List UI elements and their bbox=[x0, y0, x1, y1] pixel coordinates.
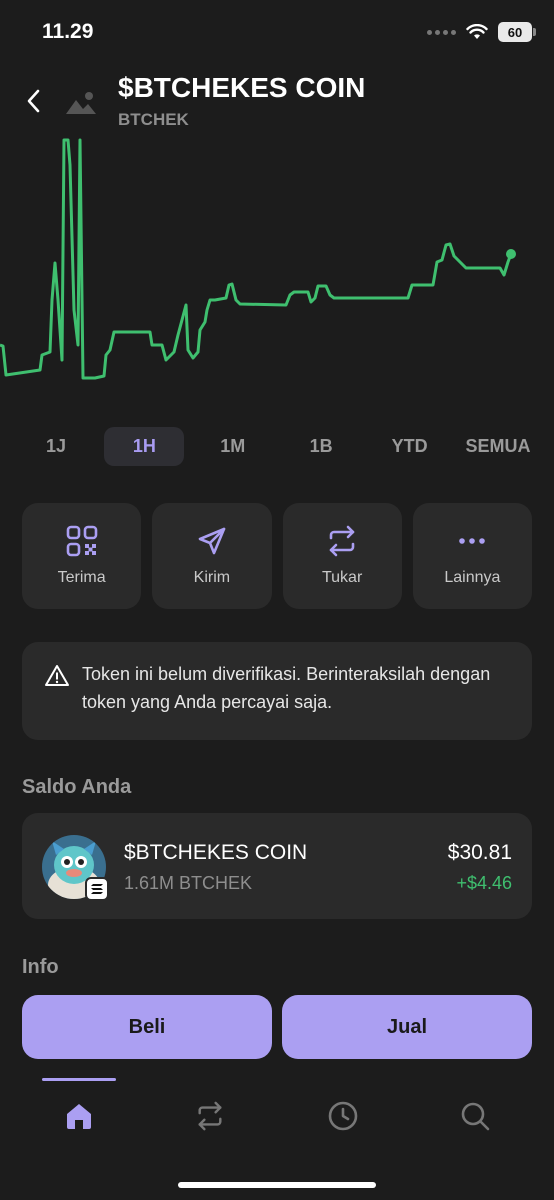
balance-card[interactable]: $BTCHEKES COIN 1.61M BTCHEK $30.81 +$4.4… bbox=[22, 813, 532, 919]
action-buttons: Terima Kirim Tukar Lainnya bbox=[22, 503, 532, 609]
search-icon bbox=[461, 1102, 490, 1131]
timeframe-1m[interactable]: 1M bbox=[193, 427, 273, 466]
balance-change: +$4.46 bbox=[456, 873, 512, 893]
unverified-warning: Token ini belum diverifikasi. Berinterak… bbox=[22, 642, 532, 740]
signal-icon bbox=[427, 29, 456, 35]
image-placeholder-icon bbox=[66, 92, 96, 114]
current-price-dot bbox=[506, 249, 516, 259]
timeframe-selector: 1J 1H 1M 1B YTD SEMUA bbox=[16, 426, 538, 466]
timeframe-1j[interactable]: 1J bbox=[16, 427, 96, 466]
swap-button[interactable]: Tukar bbox=[282, 503, 402, 609]
home-indicator bbox=[178, 1182, 376, 1188]
balance-token-name: $BTCHEKES COIN bbox=[124, 841, 308, 864]
tab-search[interactable] bbox=[455, 1096, 495, 1136]
sell-button[interactable]: Jual bbox=[282, 995, 532, 1059]
chevron-left-icon bbox=[27, 89, 40, 113]
more-icon bbox=[459, 538, 486, 544]
warning-icon bbox=[45, 665, 69, 686]
receive-label: Terima bbox=[57, 569, 106, 586]
price-line bbox=[0, 138, 513, 380]
clock-icon bbox=[328, 1101, 358, 1131]
active-tab-indicator bbox=[42, 1078, 116, 1081]
token-symbol: BTCHEK bbox=[118, 110, 189, 129]
back-button[interactable] bbox=[18, 86, 48, 116]
home-icon bbox=[67, 1104, 91, 1129]
warning-text: Token ini belum diverifikasi. Berinterak… bbox=[82, 664, 491, 712]
send-icon bbox=[198, 527, 226, 555]
swap-icon bbox=[198, 1101, 222, 1131]
tab-history[interactable] bbox=[323, 1096, 363, 1136]
more-button[interactable]: Lainnya bbox=[412, 503, 532, 609]
token-header: $BTCHEKES COIN BTCHEK bbox=[0, 70, 554, 134]
send-button[interactable]: Kirim bbox=[152, 503, 272, 609]
tab-swap[interactable] bbox=[190, 1096, 230, 1136]
wifi-icon bbox=[466, 24, 488, 39]
balance-token-amount: 1.61M BTCHEK bbox=[124, 873, 253, 893]
swap-label: Tukar bbox=[321, 569, 363, 586]
page-title: $BTCHEKES COIN bbox=[118, 72, 366, 103]
qr-code-icon bbox=[66, 525, 97, 557]
timeframe-semua[interactable]: SEMUA bbox=[458, 427, 538, 466]
send-label: Kirim bbox=[193, 569, 231, 586]
buy-button[interactable]: Beli bbox=[22, 995, 272, 1059]
status-bar: 11.29 60 bbox=[0, 0, 554, 60]
info-section-title: Info bbox=[22, 956, 59, 976]
balance-value: $30.81 bbox=[447, 841, 512, 864]
timeframe-ytd[interactable]: YTD bbox=[370, 427, 450, 466]
solana-chain-icon bbox=[85, 877, 109, 901]
bottom-tab-bar bbox=[0, 1078, 554, 1200]
battery-indicator: 60 bbox=[498, 22, 536, 42]
swap-icon bbox=[329, 525, 355, 557]
more-label: Lainnya bbox=[444, 569, 501, 586]
timeframe-1h[interactable]: 1H bbox=[104, 426, 185, 466]
receive-button[interactable]: Terima bbox=[22, 503, 142, 609]
price-chart[interactable] bbox=[0, 138, 554, 388]
trade-bar: Beli Jual bbox=[0, 978, 554, 1078]
balance-section-title: Saldo Anda bbox=[22, 776, 132, 798]
status-time: 11.29 bbox=[42, 20, 94, 43]
tab-home[interactable] bbox=[59, 1096, 99, 1136]
timeframe-1b[interactable]: 1B bbox=[281, 427, 361, 466]
status-indicators: 60 bbox=[427, 22, 536, 42]
